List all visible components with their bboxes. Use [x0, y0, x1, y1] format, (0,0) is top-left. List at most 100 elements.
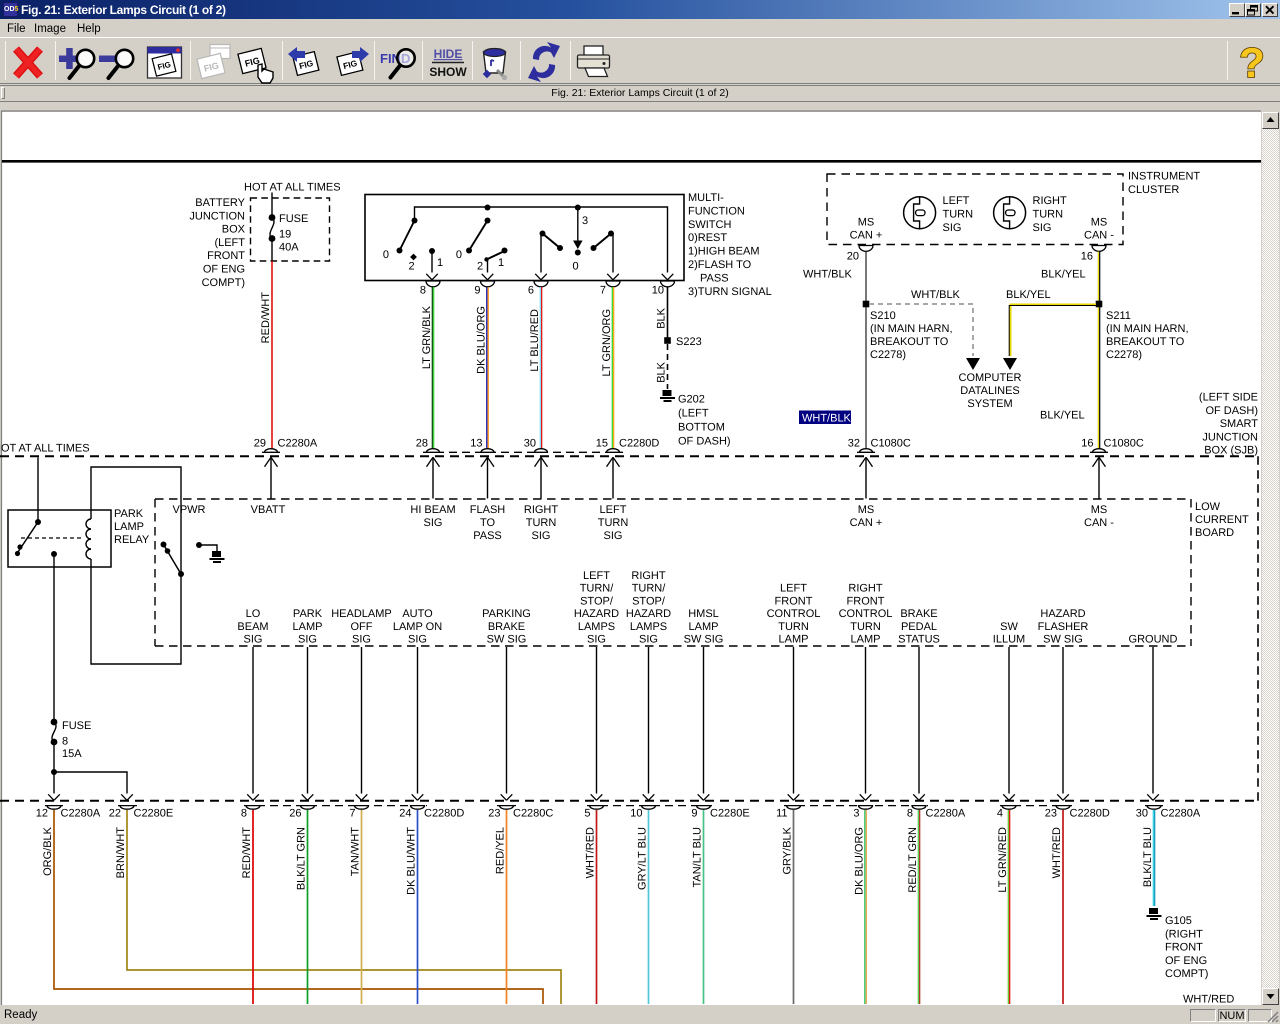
svg-text:BATTERY: BATTERY — [195, 197, 245, 209]
svg-text:SW SIG: SW SIG — [684, 634, 724, 646]
svg-text:VBATT: VBATT — [251, 504, 286, 516]
svg-text:LEFT: LEFT — [600, 504, 627, 516]
svg-text:HAZARD: HAZARD — [574, 608, 619, 620]
svg-text:BEAM: BEAM — [237, 621, 268, 633]
svg-text:16: 16 — [1081, 251, 1093, 263]
svg-text:FLASHER: FLASHER — [1038, 621, 1089, 633]
svg-text:8: 8 — [907, 808, 913, 820]
svg-text:RED/YEL: RED/YEL — [495, 827, 507, 874]
svg-text:LAMP: LAMP — [293, 621, 323, 633]
svg-text:OF ENG: OF ENG — [1165, 955, 1207, 967]
svg-text:RIGHT: RIGHT — [524, 504, 559, 516]
svg-text:30: 30 — [1136, 808, 1148, 820]
svg-text:PARKING: PARKING — [482, 608, 531, 620]
svg-text:C2280E: C2280E — [710, 808, 750, 820]
svg-text:SYSTEM: SYSTEM — [967, 398, 1012, 410]
svg-text:BOARD: BOARD — [1195, 527, 1234, 539]
svg-text:3: 3 — [853, 808, 859, 820]
svg-text:TURN/: TURN/ — [632, 583, 667, 595]
svg-text:2: 2 — [477, 261, 483, 273]
svg-text:DK BLU/ORG: DK BLU/ORG — [854, 827, 866, 895]
svg-text:LT GRN/ORG: LT GRN/ORG — [601, 309, 613, 376]
svg-text:10: 10 — [630, 808, 642, 820]
svg-text:INSTRUMENT: INSTRUMENT — [1128, 171, 1200, 183]
svg-text:23: 23 — [488, 808, 500, 820]
svg-text:30: 30 — [524, 438, 536, 450]
svg-text:RED/LT GRN: RED/LT GRN — [907, 827, 919, 893]
svg-text:BRAKE: BRAKE — [900, 608, 937, 620]
svg-text:AUTO: AUTO — [402, 608, 433, 620]
svg-text:RIGHT: RIGHT — [1033, 195, 1068, 207]
svg-text:CONTROL: CONTROL — [839, 608, 893, 620]
svg-text:MULTI-: MULTI- — [688, 192, 724, 204]
svg-text:24: 24 — [399, 808, 411, 820]
svg-text:BLK/YEL: BLK/YEL — [1041, 269, 1086, 281]
svg-text:PARK: PARK — [114, 508, 144, 520]
svg-text:HOT AT ALL TIMES: HOT AT ALL TIMES — [244, 182, 341, 194]
svg-text:BLK: BLK — [656, 307, 668, 328]
svg-text:20: 20 — [847, 251, 859, 263]
svg-text:29: 29 — [254, 438, 266, 450]
svg-text:5: 5 — [584, 808, 590, 820]
svg-text:6: 6 — [528, 285, 534, 297]
svg-text:WHT/RED: WHT/RED — [1183, 994, 1234, 1006]
svg-text:STATUS: STATUS — [898, 634, 940, 646]
svg-text:BLK/YEL: BLK/YEL — [1006, 289, 1051, 301]
svg-text:LEFT: LEFT — [583, 570, 610, 582]
svg-text:(IN MAIN HARN,: (IN MAIN HARN, — [870, 323, 953, 335]
svg-text:LAMP: LAMP — [689, 621, 719, 633]
svg-text:HAZARD: HAZARD — [1040, 608, 1085, 620]
svg-text:28: 28 — [416, 438, 428, 450]
svg-text:SMART: SMART — [1220, 418, 1259, 430]
svg-text:23: 23 — [1045, 808, 1057, 820]
svg-text:S223: S223 — [676, 336, 702, 348]
svg-text:C2280A: C2280A — [1161, 808, 1201, 820]
svg-text:RED/WHT: RED/WHT — [241, 827, 253, 879]
svg-text:0: 0 — [572, 261, 578, 273]
svg-text:HI BEAM: HI BEAM — [410, 504, 455, 516]
svg-text:C1080C: C1080C — [871, 438, 911, 450]
svg-text:SIG: SIG — [244, 634, 263, 646]
svg-text:19: 19 — [279, 229, 291, 241]
svg-text:2: 2 — [408, 261, 414, 273]
svg-text:S211: S211 — [1106, 310, 1131, 322]
svg-text:G105: G105 — [1165, 915, 1192, 927]
svg-text:C1080C: C1080C — [1104, 438, 1144, 450]
svg-text:1)HIGH BEAM: 1)HIGH BEAM — [688, 246, 760, 258]
svg-text:SW SIG: SW SIG — [1043, 634, 1083, 646]
svg-text:RELAY: RELAY — [114, 534, 150, 546]
svg-text:BOTTOM: BOTTOM — [678, 422, 725, 434]
svg-text:LT GRN/RED: LT GRN/RED — [997, 827, 1009, 893]
svg-text:LAMP ON: LAMP ON — [393, 621, 442, 633]
svg-text:SIG: SIG — [408, 634, 427, 646]
svg-text:LO: LO — [246, 608, 261, 620]
svg-text:BREAKOUT TO: BREAKOUT TO — [1106, 336, 1185, 348]
svg-text:LT BLU/RED: LT BLU/RED — [529, 309, 541, 372]
svg-text:(LEFT: (LEFT — [214, 237, 245, 249]
svg-text:RIGHT: RIGHT — [631, 570, 666, 582]
svg-text:(RIGHT: (RIGHT — [1165, 928, 1203, 940]
svg-text:(IN MAIN HARN,: (IN MAIN HARN, — [1106, 323, 1189, 335]
svg-text:LAMP: LAMP — [779, 634, 809, 646]
svg-text:FUSE: FUSE — [62, 720, 91, 732]
svg-text:8: 8 — [62, 736, 68, 748]
svg-text:OF DASH): OF DASH) — [678, 436, 731, 448]
svg-text:C2280E: C2280E — [134, 808, 174, 820]
svg-text:TAN/WHT: TAN/WHT — [350, 827, 362, 877]
svg-text:7: 7 — [600, 285, 606, 297]
svg-text:4: 4 — [997, 808, 1003, 820]
svg-text:MS: MS — [858, 217, 875, 229]
svg-text:32: 32 — [848, 438, 860, 450]
svg-text:HEADLAMP: HEADLAMP — [331, 608, 392, 620]
svg-text:TURN: TURN — [943, 208, 974, 220]
svg-text:12: 12 — [36, 808, 48, 820]
svg-text:RED/WHT: RED/WHT — [260, 292, 272, 344]
svg-text:G202: G202 — [678, 394, 705, 406]
svg-text:0)REST: 0)REST — [688, 232, 727, 244]
svg-text:BREAKOUT TO: BREAKOUT TO — [870, 336, 949, 348]
svg-text:LAMP: LAMP — [114, 521, 144, 533]
svg-text:9: 9 — [691, 808, 697, 820]
svg-text:(LEFT: (LEFT — [678, 408, 709, 420]
svg-text:9: 9 — [474, 285, 480, 297]
svg-text:C2280A: C2280A — [278, 438, 318, 450]
